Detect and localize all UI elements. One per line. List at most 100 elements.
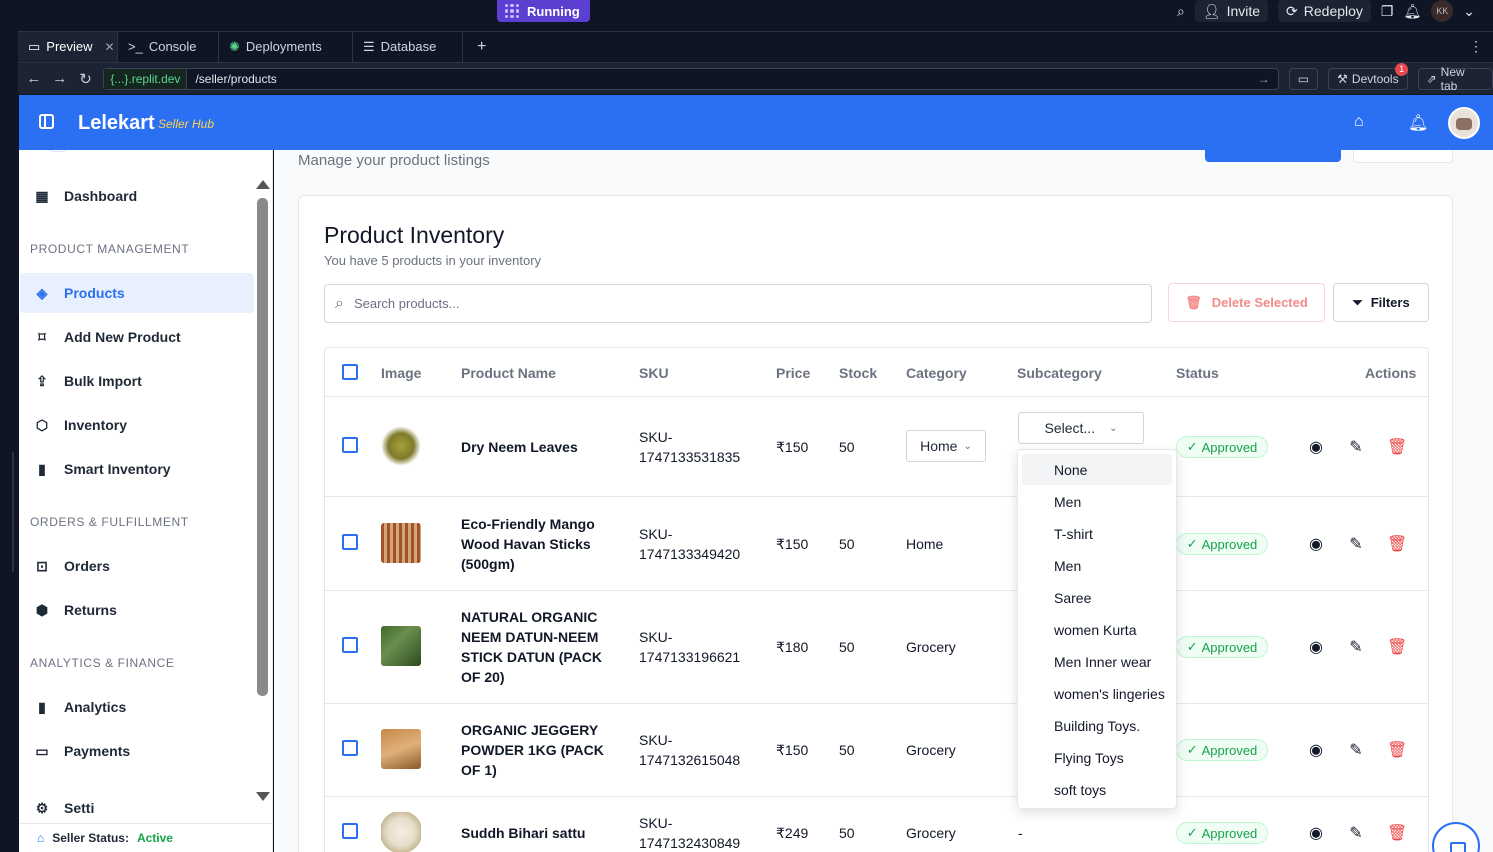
devtools-button[interactable]: ⚒ Devtools 1 (1328, 62, 1409, 90)
sidebar-item-orders[interactable]: ⊡ Orders (20, 546, 254, 586)
dropdown-option[interactable]: Men (1022, 486, 1172, 517)
dropdown-option[interactable]: Flying Toys (1022, 742, 1172, 773)
notifications-icon[interactable]: 🔔︎ (1403, 3, 1421, 20)
header-category[interactable]: Category (906, 365, 967, 381)
delete-trash-icon[interactable]: 🗑︎ (1387, 534, 1407, 554)
header-status[interactable]: Status (1176, 365, 1219, 381)
sidebar-item-returns[interactable]: ⬢ Returns (20, 590, 254, 630)
sidebar-item-smart-inventory[interactable]: ▮ Smart Inventory (20, 449, 254, 489)
stock: 50 (839, 742, 855, 758)
view-eye-icon[interactable]: ◉ (1307, 437, 1325, 457)
go-arrow-icon[interactable]: → (1258, 72, 1278, 86)
bell-icon[interactable]: 🔔︎ (1408, 113, 1428, 133)
row-checkbox[interactable] (342, 534, 358, 550)
row-checkbox[interactable] (342, 637, 358, 653)
profile-avatar[interactable] (1448, 107, 1480, 139)
add-product-button[interactable] (1205, 150, 1341, 162)
row-checkbox[interactable] (342, 437, 358, 453)
sidebar-item-bulk-import[interactable]: ⇪ Bulk Import (20, 361, 254, 401)
sku-number: 1747133349420 (639, 546, 741, 562)
stock: 50 (839, 825, 855, 841)
forward-arrow-icon[interactable]: → (52, 70, 68, 87)
view-eye-icon[interactable]: ◉ (1307, 823, 1325, 843)
subcategory-select[interactable]: Select... ⌄ (1018, 412, 1144, 444)
header-subcategory[interactable]: Subcategory (1017, 365, 1102, 381)
url-input[interactable]: {...}.replit.dev /seller/products → (103, 67, 1279, 90)
dropdown-option[interactable]: Saree (1022, 582, 1172, 613)
sidebar-item-settings[interactable]: ⚙ Setti (20, 788, 254, 828)
layers-icon: ◈ (36, 284, 48, 301)
dropdown-option[interactable]: soft toys (1022, 774, 1172, 805)
device-toggle-button[interactable]: ▭ (1288, 67, 1319, 90)
reload-icon[interactable]: ↻ (78, 70, 94, 88)
header-sku[interactable]: SKU (639, 365, 669, 381)
dropdown-option[interactable]: Building Toys. (1022, 710, 1172, 741)
sidebar-item-analytics[interactable]: ▮ Analytics (20, 687, 254, 727)
edit-icon[interactable]: ✎ (1347, 437, 1365, 457)
add-tab-icon[interactable]: + (463, 38, 500, 56)
sidebar-item-payments[interactable]: ▭ Payments (20, 731, 254, 771)
sidebar-item-dashboard[interactable]: ▦ Dashboard (20, 176, 254, 216)
back-arrow-icon[interactable]: ← (26, 70, 42, 87)
edit-icon[interactable]: ✎ (1347, 740, 1365, 760)
edit-icon[interactable]: ✎ (1347, 637, 1365, 657)
stock: 50 (839, 439, 855, 455)
chevron-down-icon[interactable]: ⌄ (1463, 3, 1475, 20)
delete-trash-icon[interactable]: 🗑︎ (1387, 637, 1407, 657)
sidebar-toggle-icon[interactable] (39, 114, 54, 129)
search-icon[interactable]: ⌕ (1177, 3, 1185, 20)
chevron-down-icon: ⌄ (1109, 422, 1118, 434)
tab-deployments[interactable]: ✺ Deployments (219, 31, 353, 62)
view-eye-icon[interactable]: ◉ (1307, 637, 1325, 657)
delete-trash-icon[interactable]: 🗑︎ (1387, 823, 1407, 843)
close-icon[interactable]: ✕ (105, 40, 115, 54)
status-badge: ✓ Approved (1176, 822, 1268, 844)
sidebar-scrollbar[interactable] (257, 198, 268, 696)
tab-database[interactable]: ☰ Database (353, 31, 463, 62)
dropdown-option[interactable]: T-shirt (1022, 518, 1172, 549)
header-product-name[interactable]: Product Name (461, 365, 556, 381)
header-stock[interactable]: Stock (839, 365, 877, 381)
sidebar-item-inventory[interactable]: ⬡ Inventory (20, 405, 254, 445)
dropdown-option[interactable]: Men (1022, 550, 1172, 581)
store-icon[interactable]: ⌂ (1354, 113, 1364, 131)
sidebar-item-products[interactable]: ◈ Products (20, 273, 254, 313)
more-vertical-icon[interactable]: ⋮ (1469, 38, 1483, 55)
row-checkbox[interactable] (342, 823, 358, 839)
devtools-label: Devtools (1351, 71, 1399, 86)
delete-trash-icon[interactable]: 🗑︎ (1387, 740, 1407, 760)
user-avatar[interactable]: KK (1431, 0, 1454, 22)
scroll-down-arrow[interactable] (256, 792, 270, 801)
search-input[interactable] (353, 296, 1114, 311)
dropdown-option[interactable]: None (1022, 454, 1172, 485)
dropdown-option[interactable]: Men Inner wear (1022, 646, 1172, 677)
category: Home (906, 536, 944, 552)
delete-selected-button[interactable]: 🗑︎ Delete Selected (1168, 283, 1325, 322)
product-name-line: Wood Havan Sticks (461, 536, 591, 552)
view-eye-icon[interactable]: ◉ (1307, 534, 1325, 554)
view-eye-icon[interactable]: ◉ (1307, 740, 1325, 760)
category-select[interactable]: Home ⌄ (906, 430, 986, 462)
header-price[interactable]: Price (776, 365, 810, 381)
dropdown-option[interactable]: women's lingeries (1022, 678, 1172, 709)
dropdown-option[interactable]: women Kurta (1022, 614, 1172, 645)
brand-logo[interactable]: Lelekart (78, 112, 155, 135)
secondary-action-button[interactable] (1353, 150, 1453, 163)
copy-icon[interactable]: ❐ (1381, 3, 1394, 20)
edit-icon[interactable]: ✎ (1347, 823, 1365, 843)
row-checkbox[interactable] (342, 740, 358, 756)
sku-number: 1747133196621 (639, 649, 741, 665)
tab-preview[interactable]: ▭ Preview ✕ (18, 31, 118, 62)
select-all-checkbox[interactable] (342, 364, 358, 380)
new-tab-label: New tab (1440, 64, 1465, 93)
run-status-button[interactable]: Running (497, 0, 590, 22)
new-tab-button[interactable]: ⇗ New tab (1417, 64, 1493, 93)
redeploy-button[interactable]: ⟳ Redeploy (1278, 0, 1371, 22)
delete-trash-icon[interactable]: 🗑︎ (1387, 437, 1407, 457)
edit-icon[interactable]: ✎ (1347, 534, 1365, 554)
tab-console[interactable]: >_ Console (118, 31, 219, 62)
filters-button[interactable]: ⏷ Filters (1333, 283, 1429, 322)
invite-button[interactable]: 👤︎ Invite (1194, 0, 1269, 22)
sidebar-item-add-product[interactable]: ⌑ Add New Product (20, 317, 254, 357)
scroll-up-arrow[interactable] (256, 180, 270, 189)
